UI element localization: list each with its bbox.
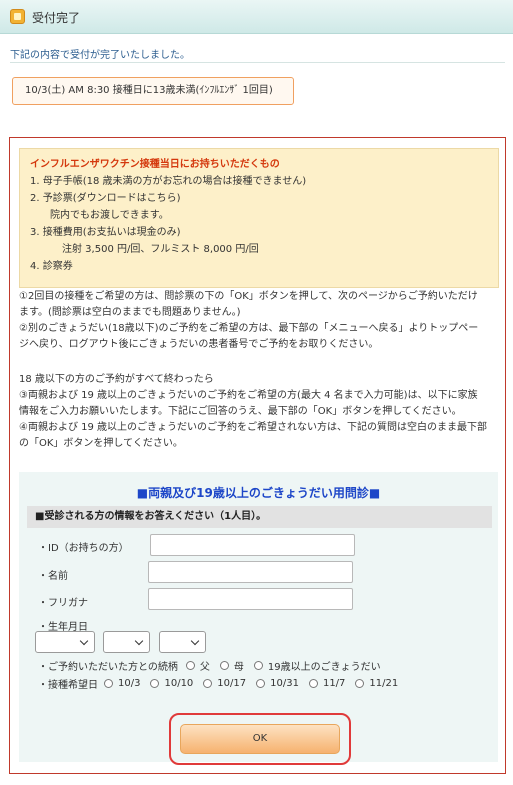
radio-icon <box>203 679 213 688</box>
date-option-10-3[interactable]: 10/3 <box>104 678 140 689</box>
notice-item-1: 1. 母子手帳(18 歳未満の方がお忘れの場合は接種できません) <box>30 176 307 187</box>
instruction-3: 18 歳以下の方のご予約がすべて終わったら <box>19 374 214 385</box>
date-option-label: 11/7 <box>322 678 346 689</box>
instruction-4-line-1: ③両親および 19 歳以上のごきょうだいのご予約をご希望の方(最大 4 名まで入… <box>19 390 478 401</box>
radio-icon <box>256 679 266 688</box>
notice-item-3-note: 注射 3,500 円/回、フルミスト 8,000 円/回 <box>62 244 259 255</box>
date-option-10-10[interactable]: 10/10 <box>150 678 193 689</box>
relation-option-label: 母 <box>233 662 244 673</box>
instruction-2-line-2: ジへ戻り、ログアウト後にごきょうだいの患者番号でご予約をお取りください。 <box>19 339 379 350</box>
instruction-1: ①2回目の接種をご希望の方は、問診票の下の「OK」ボタンを押して、次のページから… <box>19 289 501 321</box>
survey-subtitle: ■受診される方の情報をお答えください（1人目）。 <box>27 506 492 528</box>
relation-option-sibling[interactable]: 19歳以上のごきょうだい <box>253 658 381 673</box>
relation-option-label: 父 <box>199 662 210 673</box>
relation-option-mother[interactable]: 母 <box>219 658 244 673</box>
date-option-label: 10/10 <box>164 678 194 689</box>
id-input[interactable] <box>150 534 355 556</box>
radio-icon <box>104 679 113 688</box>
instruction-5-line-2: の「OK」ボタンを押してください。 <box>19 438 183 449</box>
birth-month-select[interactable] <box>103 631 150 653</box>
instruction-2-line-1: ②別のごきょうだい(18歳以下)のご予約をご希望の方は、最下部の「メニューへ戻る… <box>19 323 479 334</box>
birth-year-select[interactable] <box>35 631 95 653</box>
notice-item-3: 3. 接種費用(お支払いは現金のみ) <box>30 227 181 238</box>
title-bar: 受付完了 <box>0 0 513 34</box>
notice-box: インフルエンザワクチン接種当日にお持ちいただくもの 1. 母子手帳(18 歳未満… <box>19 148 499 288</box>
id-label: ・ID（お持ちの方） <box>38 543 129 554</box>
instruction-1-line-2: ます。(問診票は空白のままでも問題ありません。) <box>19 307 241 318</box>
notice-item-2[interactable]: 2. 予診票(ダウンロードはこちら) <box>30 190 488 207</box>
relation-option-label: 19歳以上のごきょうだい <box>267 662 381 673</box>
notice-title: インフルエンザワクチン接種当日にお持ちいただくもの <box>30 159 280 170</box>
box-icon <box>10 9 25 24</box>
date-option-10-31[interactable]: 10/31 <box>256 678 299 689</box>
instruction-5: ④両親および 19 歳以上のごきょうだいのご予約をご希望されない方は、下記の質問… <box>19 420 501 452</box>
appointment-summary: 10/3(土) AM 8:30 接種日に13歳未満(ｲﾝﾌﾙｴﾝｻﾞ 1回目) <box>12 77 294 105</box>
notice-item-2-note: 院内でもお渡しできます。 <box>50 210 169 221</box>
page-title: 受付完了 <box>32 11 81 25</box>
radio-icon <box>150 679 160 688</box>
name-label: ・名前 <box>38 571 68 582</box>
relation-option-father[interactable]: 父 <box>185 658 210 673</box>
instruction-4-line-2: 情報をご入力お願いいたします。下記にご回答のうえ、最下部の「OK」ボタンを押して… <box>19 406 462 417</box>
radio-icon <box>219 661 229 670</box>
instruction-4: ③両親および 19 歳以上のごきょうだいのご予約をご希望の方(最大 4 名まで入… <box>19 388 501 420</box>
radio-icon <box>308 679 318 688</box>
relation-row: ・ご予約いただいた方との続柄 父 母 19歳以上のごきょうだい <box>38 658 391 673</box>
date-label: ・接種希望日 <box>38 680 98 691</box>
date-option-11-21[interactable]: 11/21 <box>355 678 398 689</box>
name-input[interactable] <box>148 561 353 583</box>
birth-day-select[interactable] <box>159 631 206 653</box>
radio-icon <box>185 661 195 670</box>
completion-message: 下記の内容で受付が完了いたしました。 <box>10 50 190 61</box>
kana-input[interactable] <box>148 588 353 610</box>
survey-title: ■両親及び19歳以上のごきょうだい用問診■ <box>136 486 381 500</box>
date-row: ・接種希望日 10/3 10/10 10/17 10/31 11/7 11/21 <box>38 676 408 691</box>
main-panel: インフルエンザワクチン接種当日にお持ちいただくもの 1. 母子手帳(18 歳未満… <box>9 137 506 774</box>
instruction-1-line-1: ①2回目の接種をご希望の方は、問診票の下の「OK」ボタンを押して、次のページから… <box>19 291 478 302</box>
date-option-10-17[interactable]: 10/17 <box>203 678 246 689</box>
date-option-label: 10/17 <box>217 678 247 689</box>
relation-label: ・ご予約いただいた方との続柄 <box>38 662 178 673</box>
date-option-11-7[interactable]: 11/7 <box>308 678 346 689</box>
ok-highlight-frame: OK <box>169 713 351 765</box>
kana-label: ・フリガナ <box>38 598 88 609</box>
ok-button[interactable]: OK <box>180 724 340 754</box>
instruction-5-line-1: ④両親および 19 歳以上のごきょうだいのご予約をご希望されない方は、下記の質問… <box>19 422 488 433</box>
date-option-label: 11/21 <box>369 678 399 689</box>
date-option-label: 10/3 <box>118 678 141 689</box>
divider <box>10 62 505 63</box>
date-option-label: 10/31 <box>270 678 299 689</box>
radio-icon <box>355 679 365 688</box>
instruction-2: ②別のごきょうだい(18歳以下)のご予約をご希望の方は、最下部の「メニューへ戻る… <box>19 321 501 353</box>
notice-item-4: 4. 診察券 <box>30 261 73 272</box>
radio-icon <box>253 661 263 670</box>
